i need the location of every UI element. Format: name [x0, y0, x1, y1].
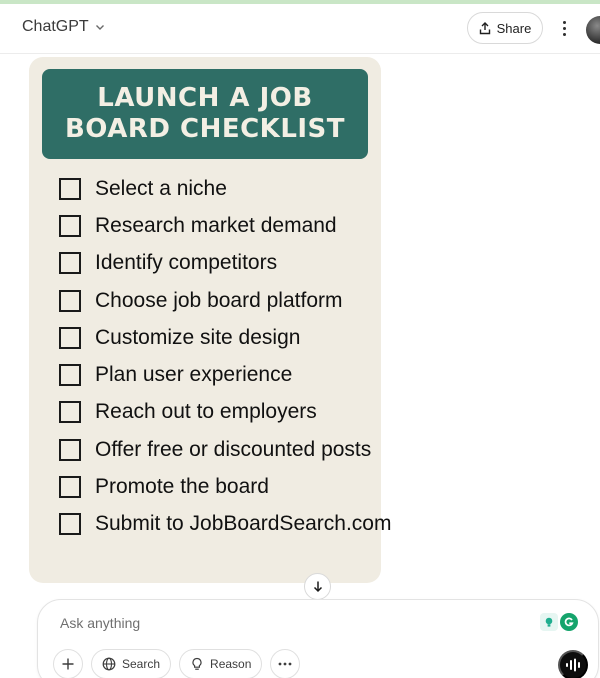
model-switcher[interactable]: ChatGPT [22, 18, 105, 36]
checklist-item-label: Select a niche [95, 176, 227, 200]
checklist-item-label: Choose job board platform [95, 288, 343, 312]
plus-icon [62, 658, 74, 670]
checklist-item: Choose job board platform [59, 282, 379, 319]
search-label: Search [122, 657, 161, 671]
checklist-item: Customize site design [59, 319, 379, 356]
reason-label: Reason [210, 657, 252, 671]
search-button[interactable]: Search [91, 649, 172, 678]
attach-button[interactable] [53, 649, 83, 678]
composer-tools: Search Reason [53, 649, 301, 678]
avatar[interactable] [586, 16, 600, 44]
checklist: Select a niche Research market demand Id… [59, 170, 391, 543]
scroll-to-bottom-button[interactable] [304, 573, 331, 600]
checklist-item: Offer free or discounted posts [59, 431, 379, 468]
checklist-item: Research market demand [59, 207, 379, 244]
model-name: ChatGPT [22, 18, 89, 35]
checkbox-icon [59, 177, 81, 200]
checklist-item-label: Offer free or discounted posts [95, 437, 372, 461]
checkbox-icon [59, 326, 81, 349]
checkbox-icon [59, 438, 81, 461]
voice-waveform-icon [566, 658, 580, 672]
checkbox-icon [59, 214, 81, 237]
share-icon [479, 21, 490, 34]
checklist-item: Submit to JobBoardSearch.com [59, 506, 391, 543]
checklist-item-label: Reach out to employers [95, 400, 317, 424]
grammarly-icon[interactable] [560, 613, 578, 631]
checklist-item-label: Identify competitors [95, 251, 278, 275]
checklist-item: Reach out to employers [59, 394, 379, 431]
chevron-down-icon [95, 25, 104, 30]
message-composer: Search Reason [37, 599, 599, 678]
checklist-item: Promote the board [59, 468, 379, 505]
extension-icons [540, 613, 578, 631]
more-options-icon[interactable] [555, 16, 573, 40]
checkbox-icon [59, 476, 81, 499]
share-button[interactable]: Share [467, 12, 543, 44]
checkbox-icon [59, 401, 81, 424]
ellipsis-icon [279, 662, 292, 666]
checkbox-icon [59, 513, 81, 536]
checklist-item-label: Plan user experience [95, 363, 293, 387]
voice-mode-button[interactable] [558, 650, 588, 678]
share-label: Share [496, 20, 532, 36]
lightbulb-extension-icon[interactable] [540, 613, 558, 631]
generated-image[interactable]: LAUNCH A JOB BOARD CHECKLIST Select a ni… [29, 57, 391, 583]
checklist-item: Plan user experience [59, 356, 379, 393]
lightbulb-icon [192, 657, 202, 670]
checklist-item-label: Promote the board [95, 475, 269, 499]
checkbox-icon [59, 289, 81, 312]
arrow-down-icon [313, 581, 322, 593]
globe-icon [102, 657, 116, 671]
checklist-title: LAUNCH A JOB BOARD CHECKLIST [64, 83, 346, 144]
chat-header: ChatGPT Share [0, 4, 600, 54]
checklist-item-label: Submit to JobBoardSearch.com [95, 512, 392, 536]
more-tools-button[interactable] [270, 649, 301, 678]
prompt-input[interactable] [60, 612, 530, 634]
checkbox-icon [59, 364, 81, 387]
checklist-banner: LAUNCH A JOB BOARD CHECKLIST [42, 69, 368, 159]
checkbox-icon [59, 252, 81, 275]
reason-button[interactable]: Reason [179, 649, 263, 678]
checklist-item: Select a niche [59, 170, 379, 207]
checklist-item-label: Research market demand [95, 213, 337, 237]
checklist-item-label: Customize site design [95, 325, 301, 349]
checklist-item: Identify competitors [59, 245, 379, 282]
